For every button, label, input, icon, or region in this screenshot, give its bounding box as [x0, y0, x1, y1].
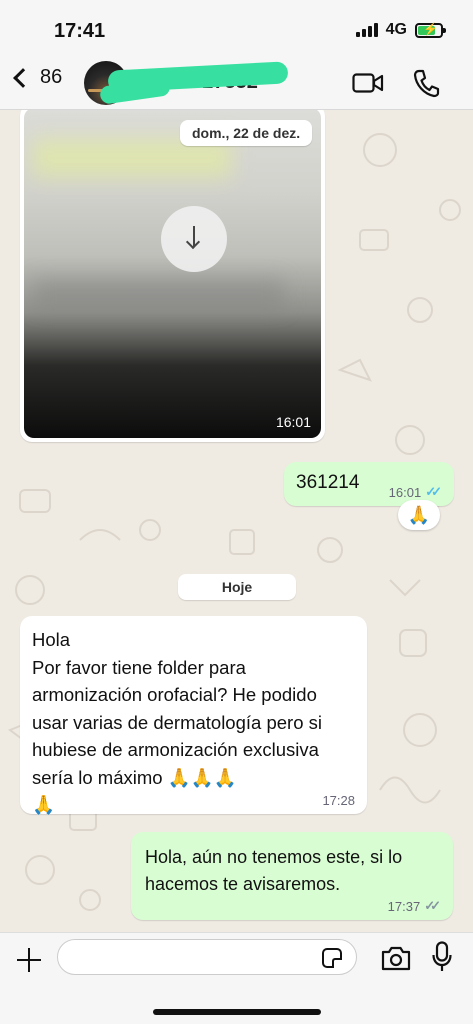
plus-icon[interactable]	[16, 947, 42, 973]
sticker-icon[interactable]	[322, 948, 342, 968]
charging-bolt-icon: ⚡	[423, 21, 438, 36]
date-chip: dom., 22 de dez.	[180, 120, 313, 146]
chat-header: 86 ··· ··· 327332	[0, 56, 473, 110]
message-text: Hola, aún no tenemos este, si lo hacemos…	[145, 847, 403, 894]
incoming-message[interactable]: Hola Por favor tiene folder para armoniz…	[20, 616, 367, 815]
reaction-badge[interactable]: 🙏	[398, 500, 440, 530]
message-time: 17:37	[387, 898, 421, 914]
delivered-ticks-icon: ✓✓	[424, 898, 441, 913]
phone-icon[interactable]	[412, 68, 440, 98]
status-time: 17:41	[54, 20, 106, 42]
message-meta: 17:28	[322, 793, 355, 808]
message-meta: 17:37 ✓✓	[388, 898, 441, 914]
message-input[interactable]	[57, 939, 357, 975]
message-text: Hola Por favor tiene folder para armoniz…	[32, 629, 322, 815]
battery-icon: ⚡	[415, 21, 446, 38]
download-arrow-icon	[193, 226, 195, 246]
microphone-icon[interactable]	[432, 941, 452, 973]
unread-count: 86	[40, 66, 63, 88]
outgoing-message[interactable]: 361214 16:01 ✓✓	[284, 462, 454, 506]
download-button[interactable]	[161, 206, 227, 272]
back-button[interactable]: 86	[10, 66, 62, 89]
message-time: 16:01	[388, 484, 422, 500]
status-bar: 17:41 4G ⚡	[0, 0, 473, 56]
message-text: 361214	[296, 472, 360, 493]
outgoing-message[interactable]: Hola, aún no tenemos este, si lo hacemos…	[131, 832, 453, 920]
video-camera-icon[interactable]	[352, 72, 384, 94]
message-time: 17:28	[322, 793, 355, 808]
date-separator: Hoje	[178, 574, 296, 600]
camera-icon[interactable]	[381, 945, 411, 971]
message-meta: 16:01 ✓✓	[389, 484, 442, 500]
chat-area[interactable]: 16:01 dom., 22 de dez. 361214 16:01 ✓✓ 🙏…	[0, 110, 473, 932]
signal-icon	[355, 23, 378, 37]
network-type: 4G	[385, 21, 407, 38]
message-composer	[0, 932, 473, 1024]
home-indicator[interactable]	[153, 1009, 321, 1015]
image-message[interactable]: 16:01 dom., 22 de dez.	[20, 110, 325, 442]
message-time: 16:01	[275, 414, 311, 430]
read-ticks-icon: ✓✓	[425, 484, 442, 499]
blurred-image[interactable]: 16:01	[24, 110, 321, 438]
status-indicators: 4G ⚡	[355, 21, 446, 39]
image-blur-area	[34, 278, 284, 308]
chevron-left-icon	[13, 67, 33, 88]
